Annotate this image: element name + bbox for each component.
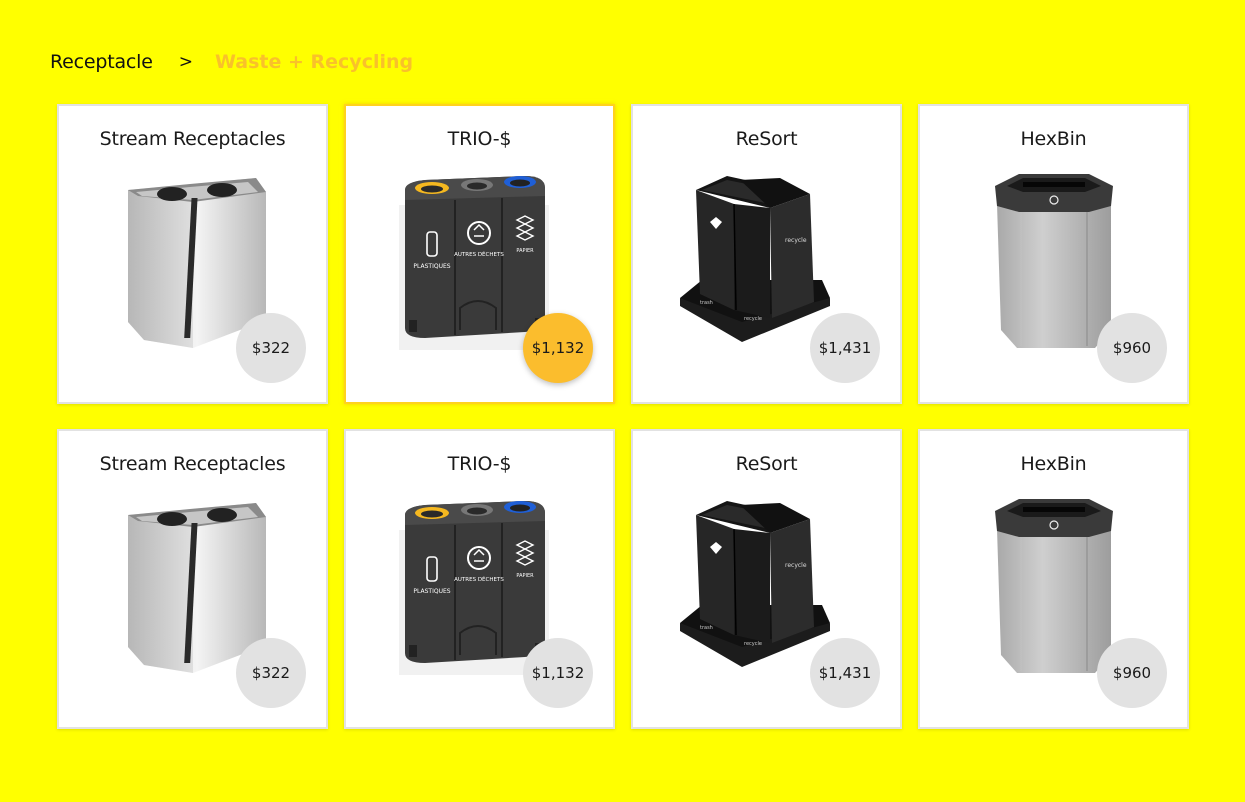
trio-label-right: PAPIER	[516, 248, 534, 254]
resort-base-right: recycle	[744, 641, 762, 647]
trio-label-middle: AUTRES DÉCHETS	[454, 250, 504, 258]
product-title: ReSort	[735, 128, 798, 150]
product-card-resort[interactable]: ReSort recycle trash recycle $1,431	[631, 104, 902, 404]
price-badge: $1,431	[810, 638, 880, 708]
product-title: HexBin	[1020, 128, 1087, 150]
trio-label-left: PLASTIQUES	[413, 263, 450, 270]
resort-base-right: recycle	[744, 316, 762, 322]
product-card-resort[interactable]: ReSort recycle trash recycle $1,431	[631, 429, 902, 729]
price-badge: $322	[236, 638, 306, 708]
product-title: TRIO-$	[447, 128, 512, 150]
product-title: TRIO-$	[447, 453, 512, 475]
price-badge: $960	[1097, 638, 1167, 708]
trio-label-middle: AUTRES DÉCHETS	[454, 575, 504, 583]
product-title: ReSort	[735, 453, 798, 475]
resort-base-left: trash	[700, 625, 713, 631]
resort-base-left: trash	[700, 300, 713, 306]
product-card-stream-receptacles[interactable]: Stream Receptacles $322	[57, 104, 328, 404]
breadcrumb-current: Waste + Recycling	[215, 51, 414, 73]
product-title: Stream Receptacles	[99, 453, 286, 475]
price-badge: $1,132	[523, 638, 593, 708]
product-card-trio[interactable]: TRIO-$ PLASTIQUES AUTRES DÉCHETS PAPIER …	[344, 104, 615, 404]
resort-label-front: recycle	[785, 562, 807, 569]
product-card-hexbin[interactable]: HexBin $960	[918, 429, 1189, 729]
product-card-hexbin[interactable]: HexBin $960	[918, 104, 1189, 404]
price-badge: $1,132	[523, 313, 593, 383]
product-card-trio[interactable]: TRIO-$ PLASTIQUES AUTRES DÉCHETS PAPIER …	[344, 429, 615, 729]
product-grid: Stream Receptacles $322 TRIO-$ PLASTIQUE…	[57, 104, 1189, 729]
breadcrumb-separator: >	[178, 52, 193, 72]
breadcrumb: Receptacle > Waste + Recycling	[50, 49, 413, 75]
trio-label-left: PLASTIQUES	[413, 588, 450, 595]
price-badge: $960	[1097, 313, 1167, 383]
product-card-stream-receptacles[interactable]: Stream Receptacles $322	[57, 429, 328, 729]
product-title: HexBin	[1020, 453, 1087, 475]
price-badge: $1,431	[810, 313, 880, 383]
resort-label-front: recycle	[785, 237, 807, 244]
price-badge: $322	[236, 313, 306, 383]
trio-label-right: PAPIER	[516, 573, 534, 579]
breadcrumb-root-link[interactable]: Receptacle	[50, 51, 153, 73]
product-title: Stream Receptacles	[99, 128, 286, 150]
